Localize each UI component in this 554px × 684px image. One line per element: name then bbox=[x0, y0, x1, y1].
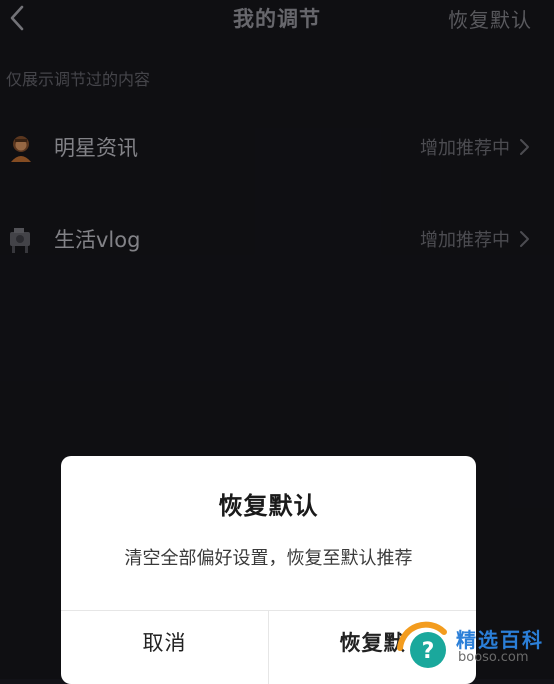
dialog-message: 清空全部偏好设置，恢复至默认推荐 bbox=[124, 548, 413, 569]
svg-text:?: ? bbox=[422, 639, 435, 664]
watermark-url: booso.com bbox=[458, 650, 529, 665]
cancel-button[interactable]: 取消 bbox=[61, 611, 268, 673]
watermark-title: 精选百科 bbox=[456, 628, 544, 652]
dialog-title: 恢复默认 bbox=[218, 492, 319, 520]
watermark: ? 精选百科 booso.com bbox=[392, 618, 554, 679]
watermark-logo-icon: ? bbox=[397, 621, 447, 668]
